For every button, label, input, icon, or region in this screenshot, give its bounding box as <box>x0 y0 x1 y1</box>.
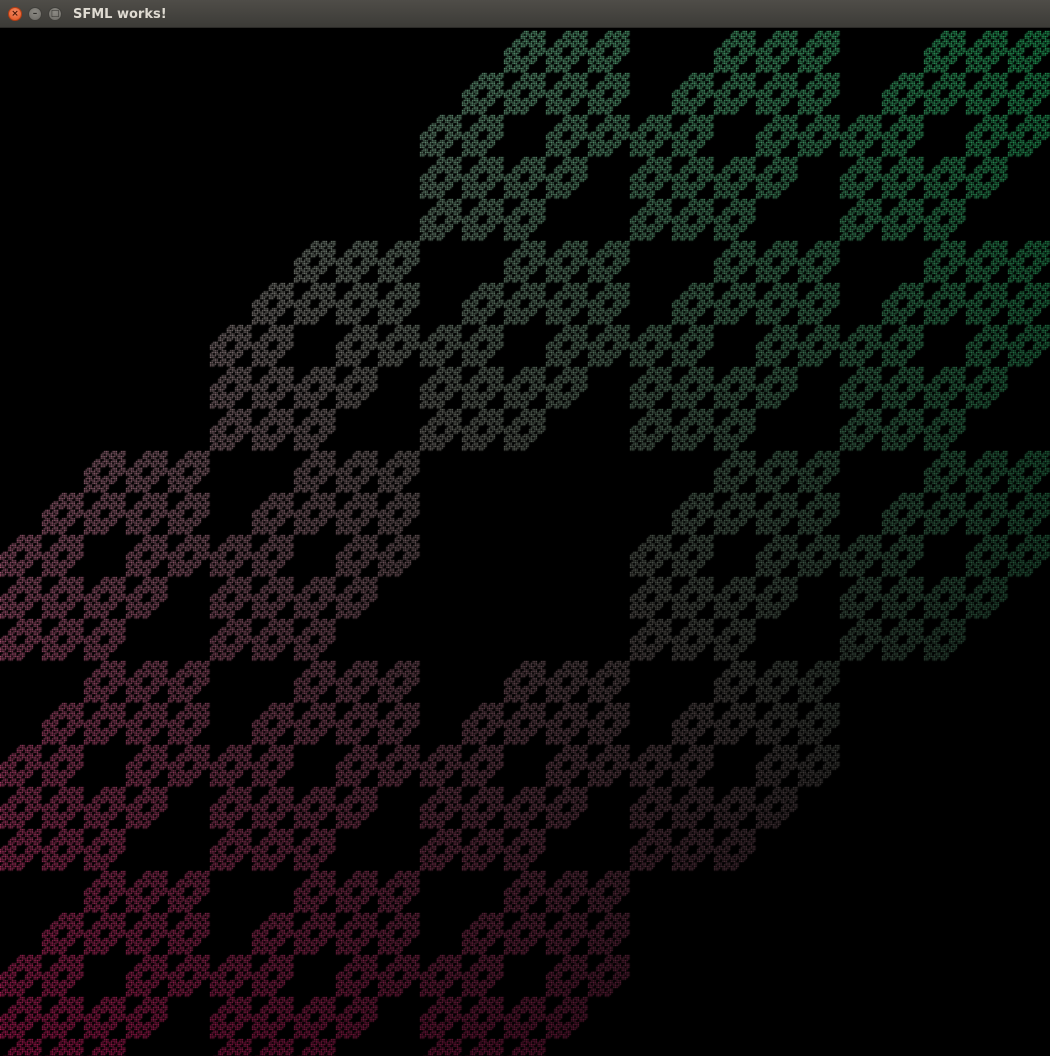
minimize-icon[interactable]: – <box>28 7 42 21</box>
window-title: SFML works! <box>73 7 167 22</box>
maximize-icon[interactable]: □ <box>48 7 62 21</box>
close-icon[interactable]: × <box>8 7 22 21</box>
title-bar: × – □ SFML works! <box>0 0 1050 28</box>
render-canvas-area <box>0 28 1050 1056</box>
fractal-canvas <box>0 28 1050 1056</box>
